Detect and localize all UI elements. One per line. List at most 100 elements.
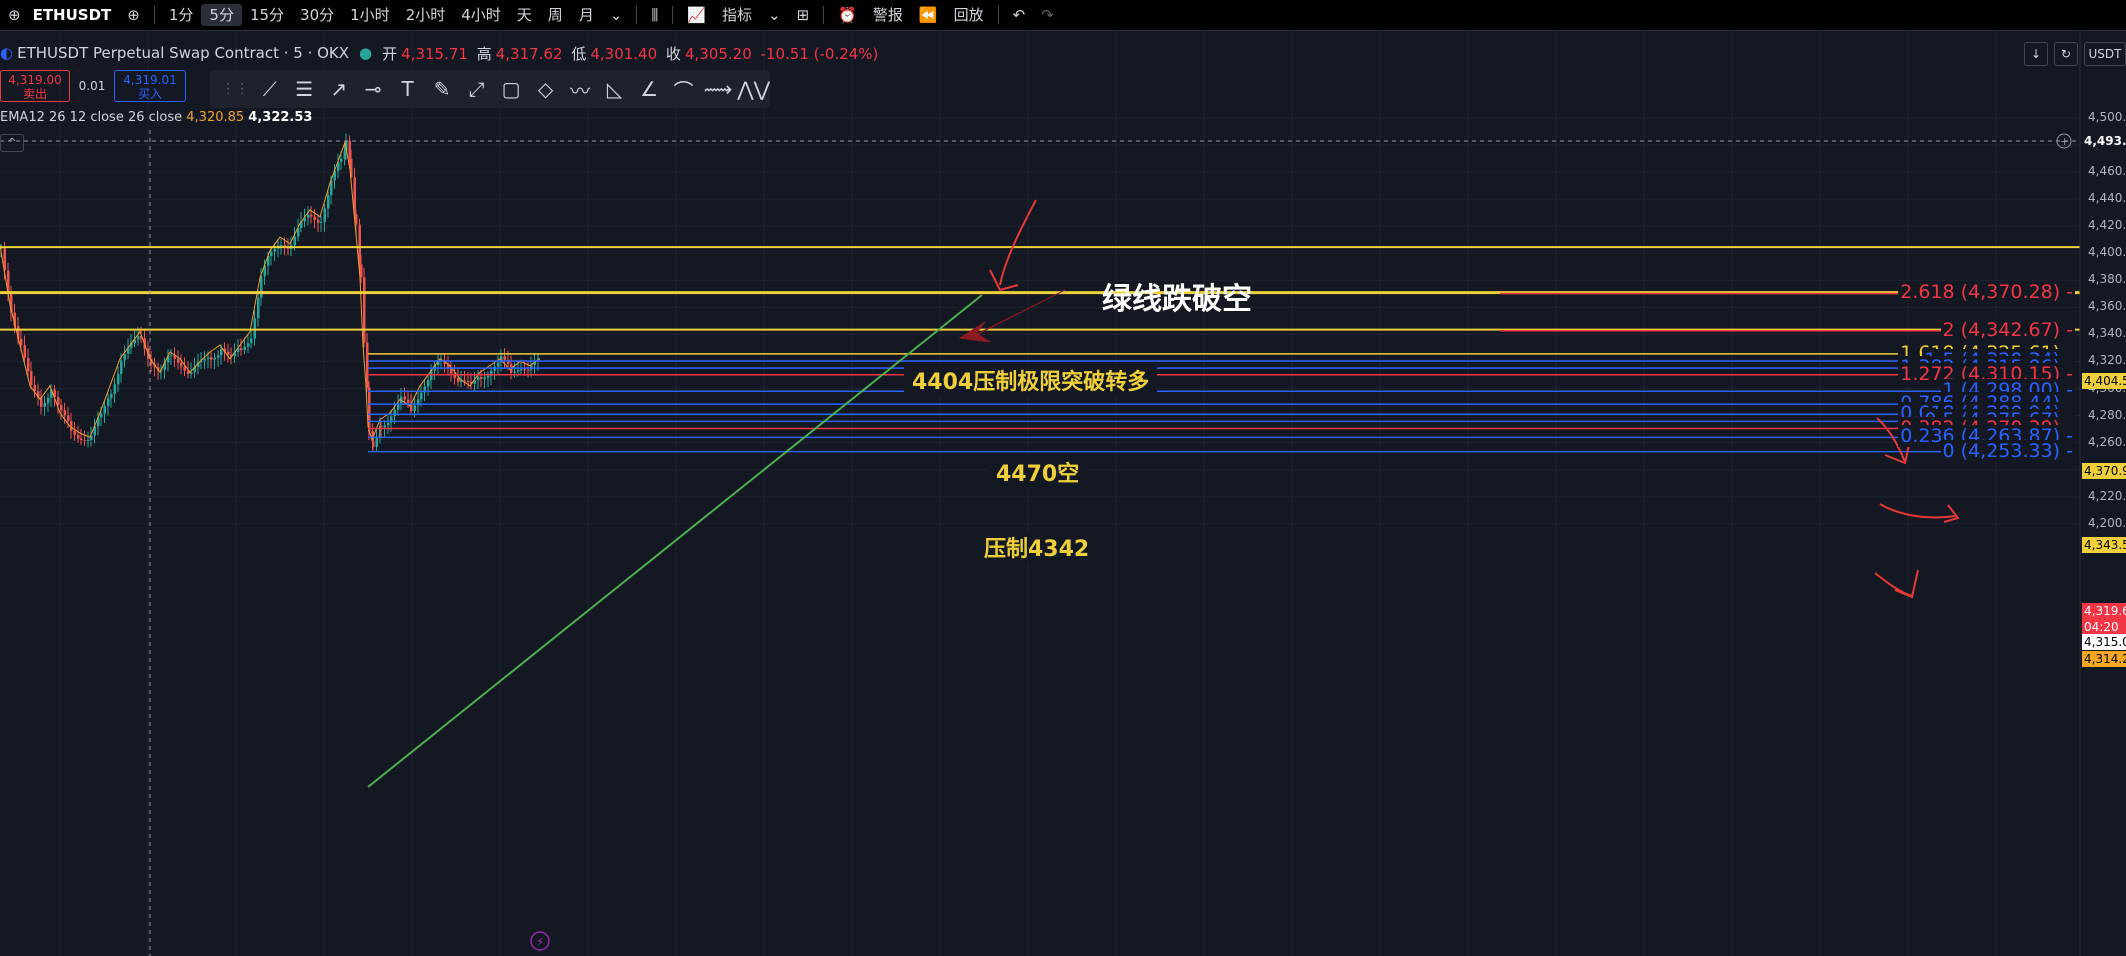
chevron-down-icon[interactable]: ⌄ [602, 0, 631, 30]
hand-arrow-top [989, 199, 1037, 292]
annotation-4470[interactable]: 4470空 [988, 456, 1088, 488]
text-icon[interactable]: T [392, 74, 422, 104]
candle-body [320, 222, 323, 224]
add-symbol-icon[interactable]: ⊕ [119, 0, 148, 30]
trendline-icon[interactable]: ⟋ [254, 74, 284, 104]
measure-icon[interactable]: ⤢ [461, 74, 491, 104]
interval-30m[interactable]: 30分 [292, 0, 342, 30]
interval-1h[interactable]: 1小时 [342, 0, 398, 30]
candle-body [227, 351, 230, 355]
interval-2h[interactable]: 2小时 [398, 0, 454, 30]
interval-5m[interactable]: 5分 [201, 4, 242, 26]
candle-body [47, 397, 50, 403]
price-badge-4404: 4,404.5 [2082, 373, 2126, 389]
layout-grid-icon[interactable]: ⊞ [789, 0, 818, 30]
candle-body [366, 342, 369, 388]
interval-4h[interactable]: 4小时 [453, 0, 509, 30]
candle-type-icon[interactable]: ⫼ [643, 0, 666, 30]
candle-body [317, 219, 320, 223]
sell-button[interactable]: 4,319.00 卖出 [0, 70, 70, 102]
candle-body [57, 397, 60, 405]
candle-body [260, 275, 263, 298]
candle-body [363, 277, 366, 343]
candle-body [170, 354, 173, 356]
polyline-icon[interactable]: ⟿ [703, 74, 733, 104]
rectangle-icon[interactable]: ▢ [496, 74, 526, 104]
candle-body [497, 362, 500, 367]
price-badge-4370: 4,370.9 [2082, 463, 2126, 479]
interval-week[interactable]: 周 [540, 0, 571, 30]
refresh-icon[interactable]: ↻ [2054, 42, 2078, 66]
candle-body [33, 384, 36, 392]
ema-indicator[interactable]: EMA12 26 12 close 26 close 4,320.85 4,32… [0, 110, 312, 125]
symbol-name[interactable]: ETHUSDT [29, 0, 120, 30]
undo-icon[interactable]: ↶ [1005, 0, 1034, 30]
indicators-icon[interactable]: 📈 [679, 0, 714, 30]
buy-button[interactable]: 4,319.01 买入 [114, 70, 186, 102]
candle-body [30, 371, 33, 385]
horizontal-lines-icon[interactable]: ☰ [289, 74, 319, 104]
curve-icon[interactable]: ⌒ [668, 74, 698, 104]
angle-icon[interactable]: ∠ [634, 74, 664, 104]
alarm-clock-icon[interactable]: ⏰ [830, 0, 865, 30]
interval-15m[interactable]: 15分 [242, 0, 292, 30]
candle-body [207, 357, 210, 359]
brush-icon[interactable]: ✎ [427, 74, 457, 104]
chart-title[interactable]: ETHUSDT Perpetual Swap Contract · 5 · OK… [17, 44, 349, 62]
symbol-icon[interactable]: ⊕ [0, 0, 29, 30]
rotated-rectangle-icon[interactable]: ◇ [530, 74, 560, 104]
candle-body [523, 369, 526, 371]
price-tick: 4,200.00 [2088, 515, 2126, 530]
candle-body [487, 375, 490, 378]
pattern-icon[interactable]: ⋀⋁ [737, 74, 770, 104]
symbol-logo-icon: ◐ [0, 44, 14, 62]
download-icon[interactable]: ↓ [2024, 42, 2048, 66]
annotation-4404[interactable]: 4404压制极限突破转多 [904, 364, 1158, 396]
price-badge-4314: 4,314.2 [2082, 651, 2126, 667]
candle-body [117, 374, 120, 385]
redo-icon[interactable]: ↷ [1033, 0, 1062, 30]
interval-month[interactable]: 月 [571, 0, 602, 30]
countdown-badge: 04:20 [2082, 619, 2126, 635]
quantity-field[interactable]: 0.01 [76, 79, 108, 93]
interval-1m[interactable]: 1分 [161, 0, 202, 30]
path-icon[interactable]: 〰 [565, 74, 595, 104]
ema-value-1: 4,320.85 [186, 110, 245, 125]
indicators-button[interactable]: 指标 [714, 0, 760, 30]
collapse-icon[interactable]: ^ [0, 134, 24, 152]
annotation-4342[interactable]: 压制4342 [976, 531, 1098, 563]
replay-button[interactable]: 回放 [946, 0, 992, 30]
candle-body [387, 422, 390, 426]
candle-body [43, 402, 46, 407]
rewind-icon[interactable]: ⏪ [911, 0, 946, 30]
price-tick: 4,280.00 [2088, 407, 2126, 422]
low-label: 低 [571, 44, 587, 63]
alert-button[interactable]: 警报 [865, 0, 911, 30]
annotation-green-break[interactable]: 绿线跌破空 [1094, 274, 1260, 318]
interval-day[interactable]: 天 [509, 0, 540, 30]
svg-text:+: + [2060, 135, 2069, 148]
candle-body [77, 434, 80, 439]
price-tick: 4,460.00 [2088, 164, 2126, 179]
horizontal-ray-icon[interactable]: ⊸ [358, 74, 388, 104]
candle-body [220, 348, 223, 356]
candle-body [520, 369, 523, 371]
currency-button[interactable]: USDT [2084, 42, 2126, 66]
drag-handle-icon[interactable]: ⋮⋮ [220, 74, 250, 104]
triangle-icon[interactable]: ◺ [599, 74, 629, 104]
candle-body [87, 439, 90, 441]
buy-price: 4,319.01 [123, 73, 177, 87]
candle-body [180, 362, 183, 367]
chevron-down-icon[interactable]: ⌄ [760, 0, 789, 30]
candle-body [210, 357, 213, 360]
current-price-badge: 4,319.6 [2082, 603, 2126, 619]
svg-text:⚡: ⚡ [536, 935, 544, 949]
high-value: 4,317.62 [495, 44, 563, 63]
candle-body [383, 425, 386, 428]
candle-body [60, 404, 63, 411]
candle-body [103, 405, 106, 414]
ema-value-2: 4,322.53 [248, 110, 313, 125]
candle-body [372, 441, 375, 447]
fib-label: 2.618 (4,370.28) - [1898, 281, 2075, 304]
ray-icon[interactable]: ↗ [323, 74, 353, 104]
